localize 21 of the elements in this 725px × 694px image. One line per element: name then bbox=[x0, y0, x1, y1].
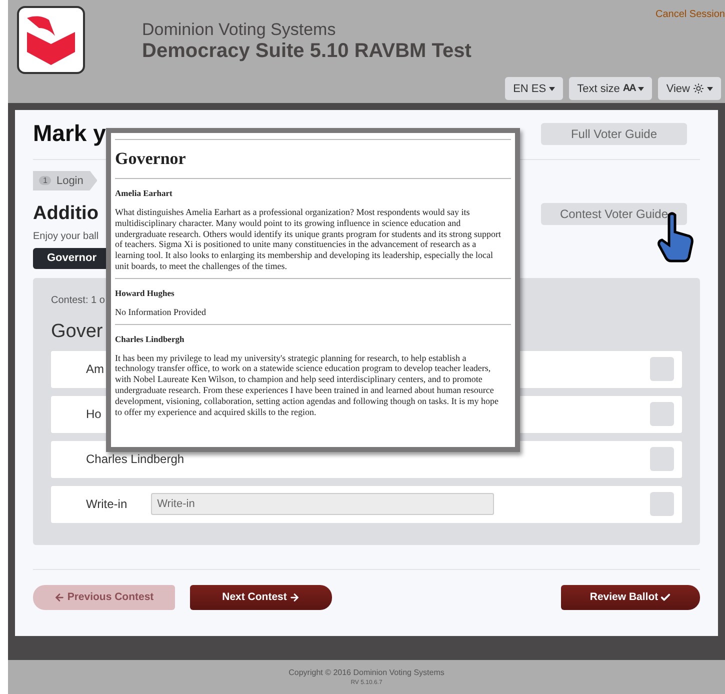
contest-title: Gover bbox=[51, 320, 103, 342]
intro-text: Enjoy your ball bbox=[33, 230, 99, 242]
candidate-name: Charles Lindbergh bbox=[115, 334, 186, 344]
candidate-name: Amelia Earhart bbox=[115, 188, 174, 198]
candidate-name: Charles Lindbergh bbox=[86, 452, 184, 466]
candidate-statement: No Information Provided bbox=[115, 306, 207, 318]
write-in-label: Write-in bbox=[86, 497, 128, 511]
copyright-text: Copyright © 2016 Dominion Voting Systems bbox=[288, 668, 444, 677]
section-heading: Additio bbox=[33, 202, 98, 224]
popup-title: Governor bbox=[115, 149, 187, 169]
step-label: Login bbox=[56, 174, 84, 186]
app-title: Democracy Suite 5.10 RAVBM Test bbox=[142, 40, 472, 63]
candidate-statement: It has been my privilege to lead my university's strategic planning for research, to help establish a technology transfer office, to work on a statewide science education program to develop teacher leaders, with Nobel Laureate Ken Wilson, to champion and help seed interdisciplinary centers, and to promote undergraduate research. From these experiences I have been trained in and learned about human resource development, visioning, collaboration, setting action agendas and following though on tasks. It is my hope to offer my experience and acquired skills to the region. bbox=[115, 352, 500, 418]
step-number: 1 bbox=[39, 176, 52, 185]
org-name: Dominion Voting Systems bbox=[142, 20, 337, 40]
candidate-name: Am bbox=[86, 362, 104, 376]
candidate-name: Howard Hughes bbox=[115, 288, 176, 298]
candidate-statement: What distinguishes Amelia Earhart as a professional organization? Most respondents would say its multidisciplinary character. Many would point to its growing influence in science education and undergraduate research. Others would identify its unique grants program for students and its strong support of teachers. Sigma Xi is positioned to unite many constituencies in the advancement of research as a learning tool. It also looks to enlarging its membership and developing its leadership, especially the local unit boards, to meet the challenges of the times. bbox=[115, 207, 502, 272]
contest-counter: Contest: 1 o bbox=[51, 294, 105, 306]
candidate-name: Ho bbox=[86, 407, 102, 421]
page-heading: Mark y bbox=[33, 120, 106, 147]
